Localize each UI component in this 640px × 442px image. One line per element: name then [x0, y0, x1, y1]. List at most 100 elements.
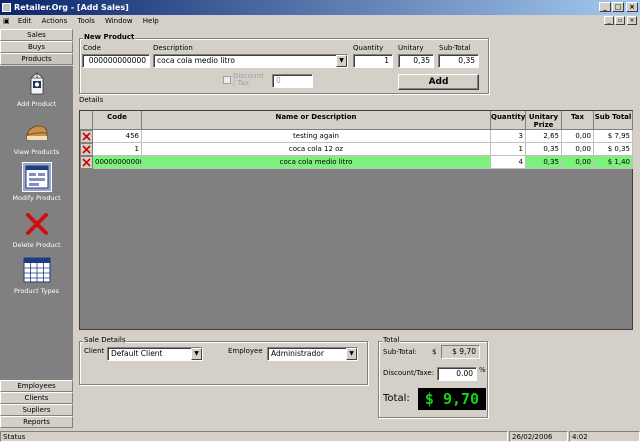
subtotal-text-label: Sub-Total: [383, 348, 417, 356]
cell-subtotal[interactable]: $ 1,40 [594, 156, 633, 169]
cell-unitary[interactable]: 0,35 [526, 156, 562, 169]
chevron-down-icon[interactable]: ▼ [336, 55, 347, 67]
description-label: Description [153, 44, 193, 52]
mdi-doc-icon[interactable]: ▣ [0, 15, 12, 28]
nav-clients[interactable]: Clients [0, 392, 73, 404]
subtotal-display: $ 9,70 [441, 345, 480, 359]
total-title: Total [382, 336, 401, 344]
cell-unitary[interactable]: 2,65 [526, 130, 562, 143]
quantity-input[interactable]: 1 [353, 54, 393, 68]
sidebar-item-view-products[interactable]: View Products [0, 118, 73, 156]
discount-input[interactable]: 0 [272, 74, 313, 88]
sidebar-item-label: Delete Product [12, 241, 61, 249]
delete-row-button[interactable] [80, 156, 93, 169]
form-icon [21, 162, 52, 192]
mdi-minimize-button[interactable]: _ [604, 16, 614, 25]
red-x-icon [24, 211, 50, 237]
table-row[interactable]: 1 coca cola 12 oz 1 0,35 0,00 $ 0,35 [80, 143, 634, 156]
subtotal-input[interactable]: 0,35 [438, 54, 479, 68]
milk-carton-icon [24, 70, 50, 96]
unitary-label: Unitary [398, 44, 424, 52]
details-grid: Code Name or Description Quantity Unitar… [79, 110, 633, 330]
nav-sales[interactable]: Sales [0, 29, 73, 41]
menu-actions[interactable]: Actions [38, 15, 72, 28]
col-header-tax[interactable]: Tax [562, 111, 594, 130]
cell-name[interactable]: coca cola medio litro [142, 156, 491, 169]
mdi-close-button[interactable]: × [627, 16, 637, 25]
description-combo[interactable]: coca cola medio litro ▼ [153, 54, 348, 68]
status-date: 26/02/2006 [509, 431, 568, 442]
currency-symbol: $ [432, 348, 437, 356]
col-header-name[interactable]: Name or Description [142, 111, 491, 130]
menu-window[interactable]: Window [101, 15, 137, 28]
mdi-restore-button[interactable]: ▫ [615, 16, 625, 25]
description-value: coca cola medio litro [157, 56, 235, 65]
add-button[interactable]: Add [398, 74, 479, 90]
cell-quantity[interactable]: 1 [491, 143, 526, 156]
sidebar-item-delete-product[interactable]: Delete Product [0, 211, 73, 249]
nav-reports[interactable]: Reports [0, 416, 73, 428]
discount-label: Discount / Tax [233, 72, 264, 87]
status-time: 4:02 [569, 431, 640, 442]
cell-quantity[interactable]: 3 [491, 130, 526, 143]
sidebar-item-product-types[interactable]: Product Types [0, 256, 73, 295]
cell-subtotal[interactable]: $ 0,35 [594, 143, 633, 156]
percent-symbol: % [479, 366, 486, 374]
chevron-down-icon[interactable]: ▼ [346, 348, 357, 360]
cell-name[interactable]: testing again [142, 130, 491, 143]
col-header-code[interactable]: Code [93, 111, 142, 130]
code-input[interactable]: 000000000000 [82, 54, 150, 68]
red-x-icon [82, 145, 91, 154]
total-display: $ 9,70 [418, 388, 486, 410]
close-button[interactable]: × [626, 2, 638, 12]
cell-unitary[interactable]: 0,35 [526, 143, 562, 156]
menu-edit[interactable]: Edit [14, 15, 36, 28]
chevron-down-icon[interactable]: ▼ [191, 348, 202, 360]
cell-name[interactable]: coca cola 12 oz [142, 143, 491, 156]
cell-code[interactable]: 000000000000 [93, 156, 142, 169]
client-select[interactable]: Default Client ▼ [107, 347, 203, 361]
menu-bar: ▣ Edit Actions Tools Window Help [0, 15, 640, 28]
red-x-icon [82, 132, 91, 141]
client-value: Default Client [111, 349, 163, 358]
employee-value: Administrador [271, 349, 324, 358]
col-header-quantity[interactable]: Quantity [491, 111, 526, 130]
minimize-button[interactable]: _ [599, 2, 611, 12]
menu-help[interactable]: Help [139, 15, 163, 28]
sidebar-item-label: View Products [13, 148, 60, 156]
discount-taxe-label: Discount/Taxe: [383, 369, 435, 377]
bread-icon [24, 118, 50, 144]
delete-row-button[interactable] [80, 143, 93, 156]
cell-subtotal[interactable]: $ 7,95 [594, 130, 633, 143]
red-x-icon [82, 158, 91, 167]
cell-code[interactable]: 456 [93, 130, 142, 143]
nav-products[interactable]: Products [0, 53, 73, 65]
cell-tax[interactable]: 0,00 [562, 130, 594, 143]
unitary-input[interactable]: 0,35 [398, 54, 434, 68]
quantity-label: Quantity [353, 44, 384, 52]
maximize-button[interactable]: □ [612, 2, 624, 12]
status-bar: Status 26/02/2006 4:02 [0, 431, 640, 442]
cell-tax[interactable]: 0,00 [562, 143, 594, 156]
employee-select[interactable]: Administrador ▼ [267, 347, 358, 361]
cell-tax[interactable]: 0,00 [562, 156, 594, 169]
sidebar-item-add-product[interactable]: Add Product [0, 70, 73, 108]
subtotal-label: Sub-Total [439, 44, 471, 52]
nav-supliers[interactable]: Supliers [0, 404, 73, 416]
delete-row-button[interactable] [80, 130, 93, 143]
status-text: Status [0, 431, 508, 442]
grid-header-corner [80, 111, 93, 130]
nav-employees[interactable]: Employees [0, 380, 73, 392]
sidebar: Sales Buys Products Add Product View Pro… [0, 29, 73, 431]
col-header-subtotal[interactable]: Sub Total [594, 111, 633, 130]
col-header-unitary[interactable]: Unitary Prize [526, 111, 562, 130]
cell-code[interactable]: 1 [93, 143, 142, 156]
menu-tools[interactable]: Tools [73, 15, 98, 28]
cell-quantity[interactable]: 4 [491, 156, 526, 169]
nav-buys[interactable]: Buys [0, 41, 73, 53]
table-row[interactable]: 000000000000 coca cola medio litro 4 0,3… [80, 156, 634, 169]
discount-taxe-input[interactable]: 0.00 [437, 367, 477, 381]
sidebar-item-modify-product[interactable]: Modify Product [0, 162, 73, 202]
table-row[interactable]: 456 testing again 3 2,65 0,00 $ 7,95 [80, 130, 634, 143]
discount-checkbox[interactable] [223, 76, 231, 84]
